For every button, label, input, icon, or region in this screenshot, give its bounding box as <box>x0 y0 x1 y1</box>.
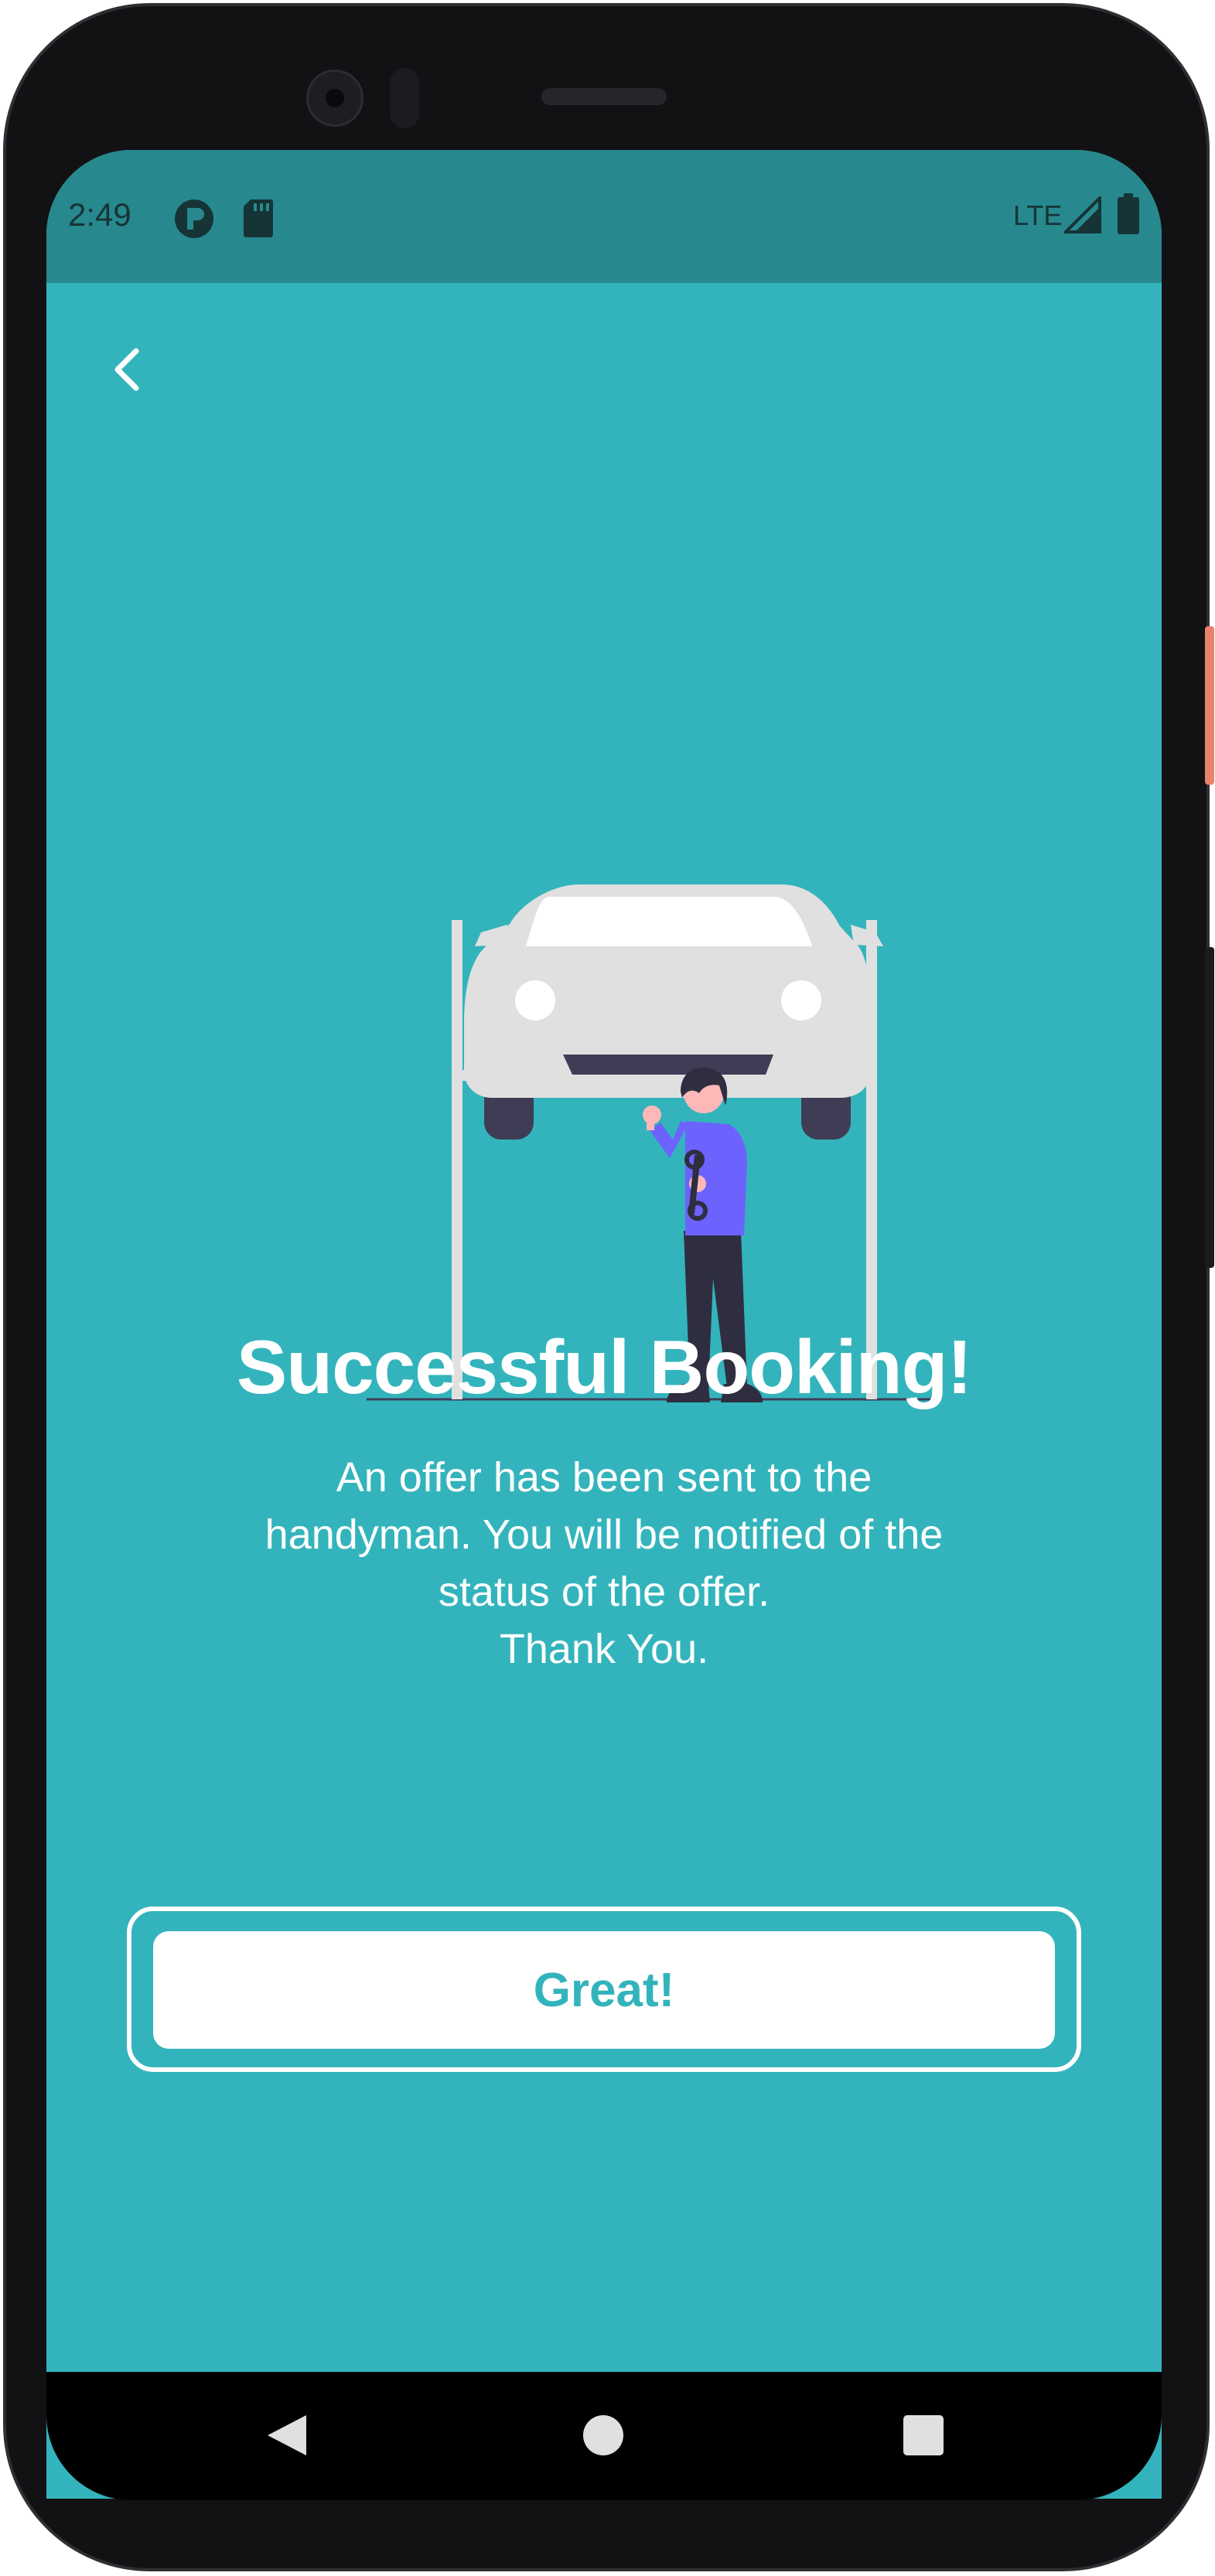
back-button[interactable] <box>97 336 167 405</box>
success-message: An offer has been sent to the handyman. … <box>170 1449 1038 1678</box>
sd-card-icon <box>244 199 273 237</box>
status-bar: 2:49 LTE <box>46 150 1162 283</box>
power-button <box>1205 626 1214 785</box>
message-line: Thank You. <box>499 1626 709 1672</box>
system-nav-bar <box>46 2372 1162 2500</box>
page-title: Successful Booking! <box>236 1324 972 1409</box>
app-screen: 2:49 LTE Successful Booking! An offer ha… <box>46 150 1162 2499</box>
volume-button <box>1205 947 1214 1268</box>
message-line: status of the offer. <box>438 1569 770 1615</box>
nav-back-icon[interactable] <box>263 2412 309 2458</box>
app-notification-icon <box>175 199 213 238</box>
battery-icon <box>1118 193 1139 234</box>
nav-home-icon[interactable] <box>583 2415 623 2455</box>
message-line: An offer has been sent to the <box>336 1454 872 1501</box>
nav-recents-icon[interactable] <box>903 2415 944 2455</box>
message-line: handyman. You will be notified of the <box>265 1511 944 1558</box>
network-type: LTE <box>1013 199 1063 231</box>
earpiece-speaker <box>541 88 667 105</box>
signal-icon <box>1064 196 1101 233</box>
front-camera <box>306 70 363 127</box>
chevron-left-icon <box>114 348 139 391</box>
great-button[interactable]: Great! <box>153 1931 1055 2049</box>
status-time: 2:49 <box>68 196 131 233</box>
proximity-sensor <box>390 68 419 128</box>
